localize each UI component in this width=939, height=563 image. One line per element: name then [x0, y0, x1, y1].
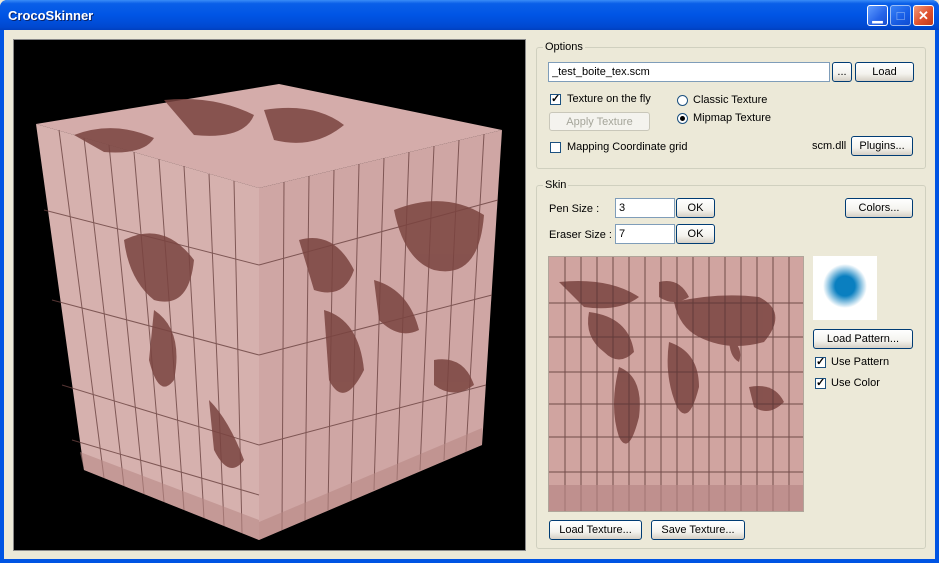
mapping-grid-label: Mapping Coordinate grid [567, 141, 688, 153]
texture-canvas[interactable] [548, 256, 804, 512]
skin-group: Skin Pen Size : OK Colors... Eraser Size… [536, 179, 926, 549]
minimize-button[interactable]: ▁ [867, 5, 888, 26]
minimize-icon: ▁ [872, 8, 883, 23]
classic-texture-radio[interactable] [677, 95, 688, 106]
maximize-button[interactable]: □ [890, 5, 911, 26]
3d-viewport[interactable] [13, 39, 526, 551]
cube-left-face [36, 124, 259, 540]
load-pattern-button[interactable]: Load Pattern... [813, 329, 913, 349]
pen-size-ok-button[interactable]: OK [676, 198, 715, 218]
classic-texture-label: Classic Texture [693, 94, 768, 106]
texture-bottom-band [549, 485, 803, 511]
app-window: CrocoSkinner ▁ □ ✕ Options _test_boite_t… [0, 0, 939, 563]
save-texture-button[interactable]: Save Texture... [651, 520, 745, 540]
plugin-dll-label: scm.dll [812, 140, 847, 152]
texture-on-fly-checkbox[interactable] [550, 92, 561, 105]
texture-on-fly-label: Texture on the fly [567, 93, 651, 105]
apply-texture-button[interactable]: Apply Texture [549, 112, 650, 131]
use-color-checkbox[interactable] [815, 376, 826, 389]
colors-button[interactable]: Colors... [845, 198, 913, 218]
load-texture-button[interactable]: Load Texture... [549, 520, 642, 540]
plugins-button[interactable]: Plugins... [851, 136, 913, 156]
browse-button[interactable]: ... [832, 62, 852, 82]
mapping-grid-checkbox[interactable] [550, 142, 561, 153]
load-button[interactable]: Load [855, 62, 914, 82]
use-pattern-label: Use Pattern [831, 356, 890, 368]
eraser-size-ok-button[interactable]: OK [676, 224, 715, 244]
pen-size-input[interactable] [615, 198, 675, 218]
file-path-input[interactable] [548, 62, 830, 82]
use-pattern-checkbox[interactable] [815, 355, 826, 368]
client-area: Options ... Load Texture on the fly Clas… [4, 30, 935, 559]
eraser-size-input[interactable] [615, 224, 675, 244]
window-title: CrocoSkinner [8, 8, 94, 23]
close-icon: ✕ [918, 8, 929, 23]
mipmap-texture-radio[interactable] [677, 113, 688, 124]
brush-pattern-image [813, 256, 877, 320]
pen-size-label: Pen Size : [549, 203, 600, 215]
world-map-texture [549, 257, 803, 511]
options-legend: Options [543, 41, 585, 53]
use-color-label: Use Color [831, 377, 880, 389]
options-group: Options ... Load Texture on the fly Clas… [536, 41, 926, 169]
eraser-size-label: Eraser Size : [549, 229, 612, 241]
close-button[interactable]: ✕ [913, 5, 934, 26]
pattern-preview [813, 256, 877, 320]
textured-cube-render [36, 84, 502, 540]
mipmap-texture-label: Mipmap Texture [693, 112, 772, 124]
title-bar[interactable]: CrocoSkinner ▁ □ ✕ [0, 0, 939, 30]
skin-legend: Skin [543, 179, 569, 191]
maximize-icon: □ [896, 8, 905, 23]
